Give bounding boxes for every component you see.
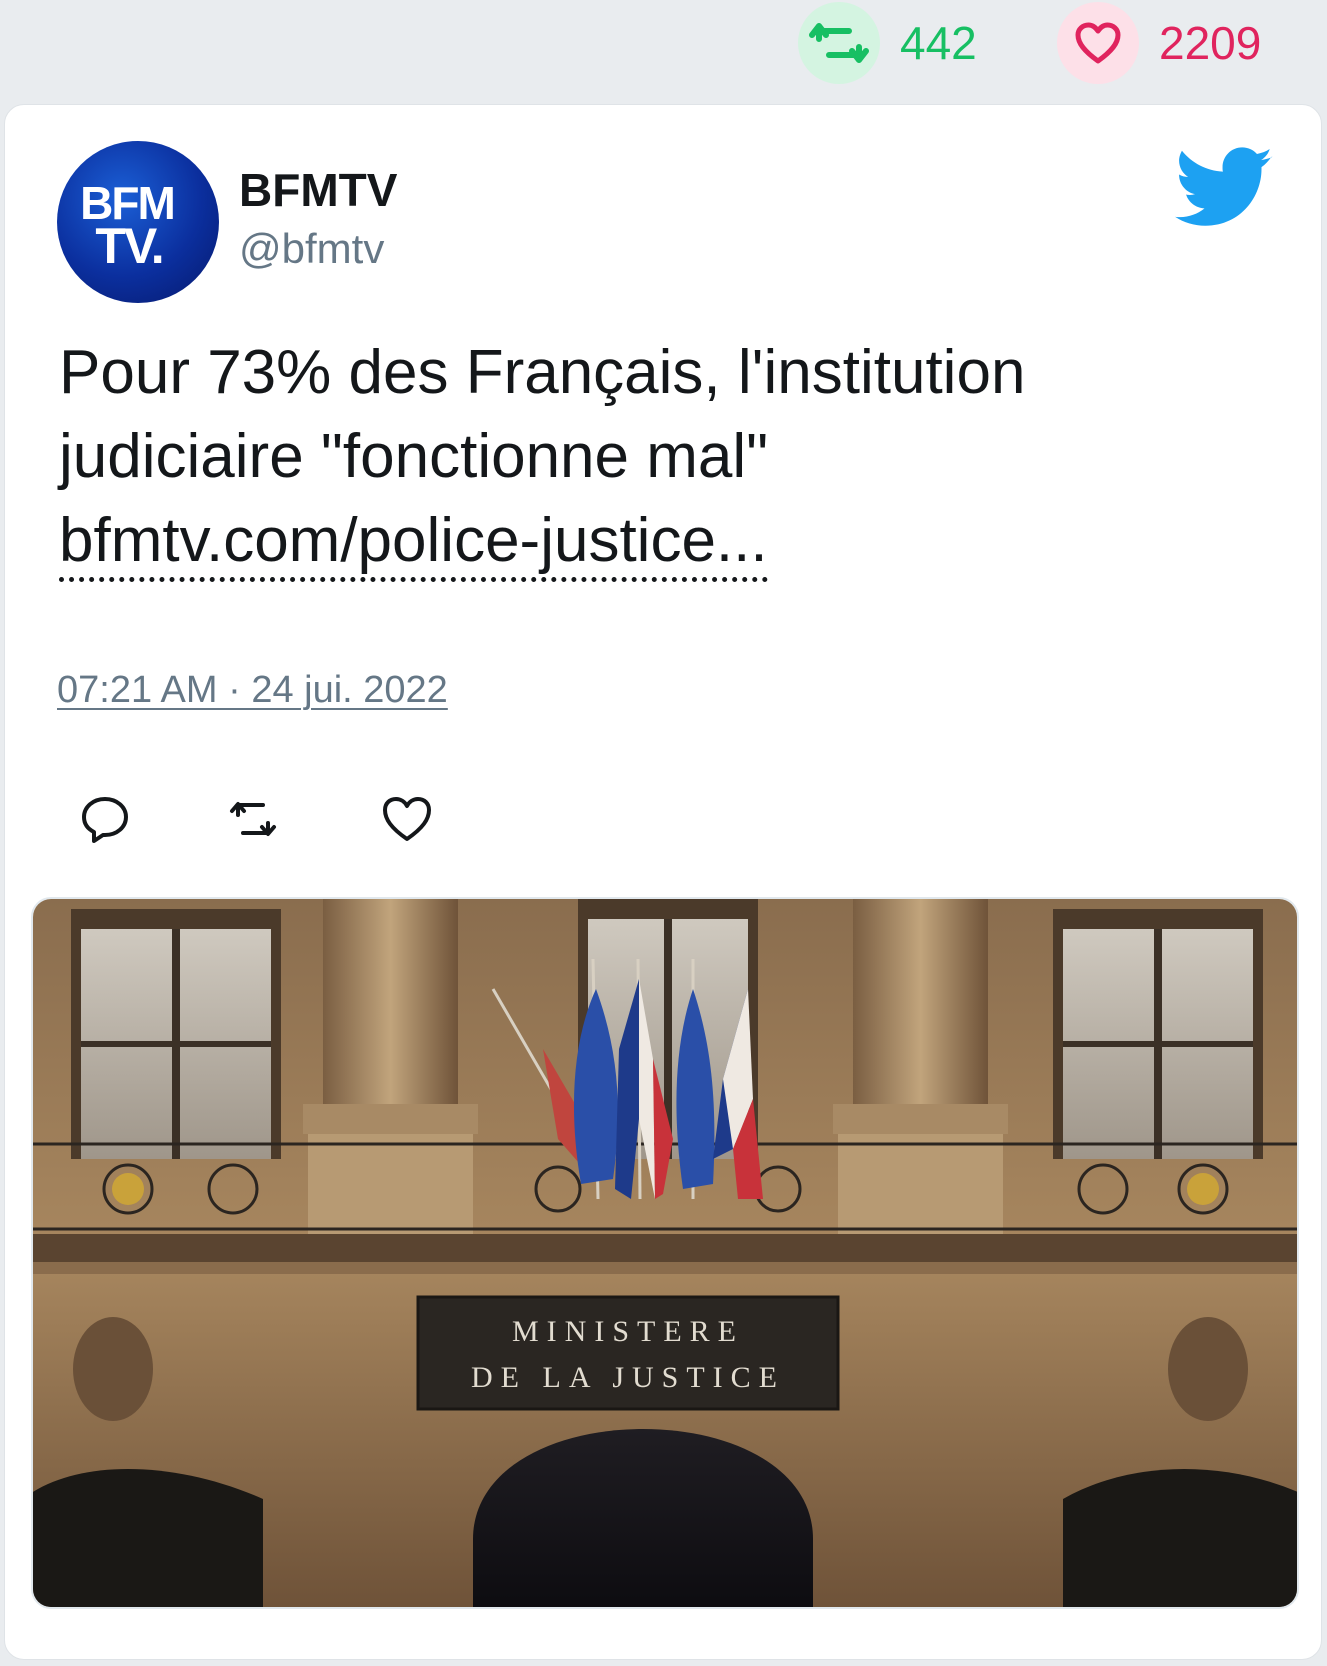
tweet-text: Pour 73% des Français, l'institution jud…: [59, 331, 1259, 583]
bfmtv-logo: BFM TV.: [80, 177, 176, 274]
sign-text-line2: DE LA JUSTICE: [471, 1361, 785, 1394]
like-action-icon[interactable]: [379, 791, 435, 847]
author-name[interactable]: BFMTV: [239, 163, 397, 217]
avatar[interactable]: BFM TV.: [57, 141, 219, 303]
retweet-icon: [798, 2, 880, 84]
ministere-justice-photo: MINISTERE DE LA JUSTICE: [33, 899, 1297, 1607]
avatar-logo-line2: TV.: [95, 218, 162, 274]
tweet-card: BFM TV. BFMTV @bfmtv Pour 73% des França…: [4, 104, 1322, 1660]
like-count: 2209: [1159, 17, 1262, 69]
tweet-link[interactable]: bfmtv.com/police-justice...: [59, 505, 768, 582]
tweet-timestamp[interactable]: 07:21 AM · 24 jui. 2022: [57, 669, 448, 712]
like-count-stat: 2209: [1057, 2, 1261, 84]
author-handle[interactable]: @bfmtv: [239, 225, 384, 273]
tweet-text-line2: judiciaire "fonctionne mal": [59, 422, 769, 491]
tweet-media-image[interactable]: MINISTERE DE LA JUSTICE: [31, 897, 1299, 1609]
twitter-bird-icon[interactable]: [1175, 147, 1275, 229]
sign-text-line1: MINISTERE: [512, 1315, 744, 1348]
heart-icon: [1057, 2, 1139, 84]
tweet-text-line1: Pour 73% des Français, l'institution: [59, 338, 1026, 407]
reply-icon[interactable]: [77, 791, 133, 847]
retweet-count-stat: 442: [798, 2, 977, 84]
retweet-count: 442: [900, 17, 977, 69]
retweet-action-icon[interactable]: [225, 791, 281, 847]
engagement-summary: 442 2209: [0, 0, 1327, 100]
